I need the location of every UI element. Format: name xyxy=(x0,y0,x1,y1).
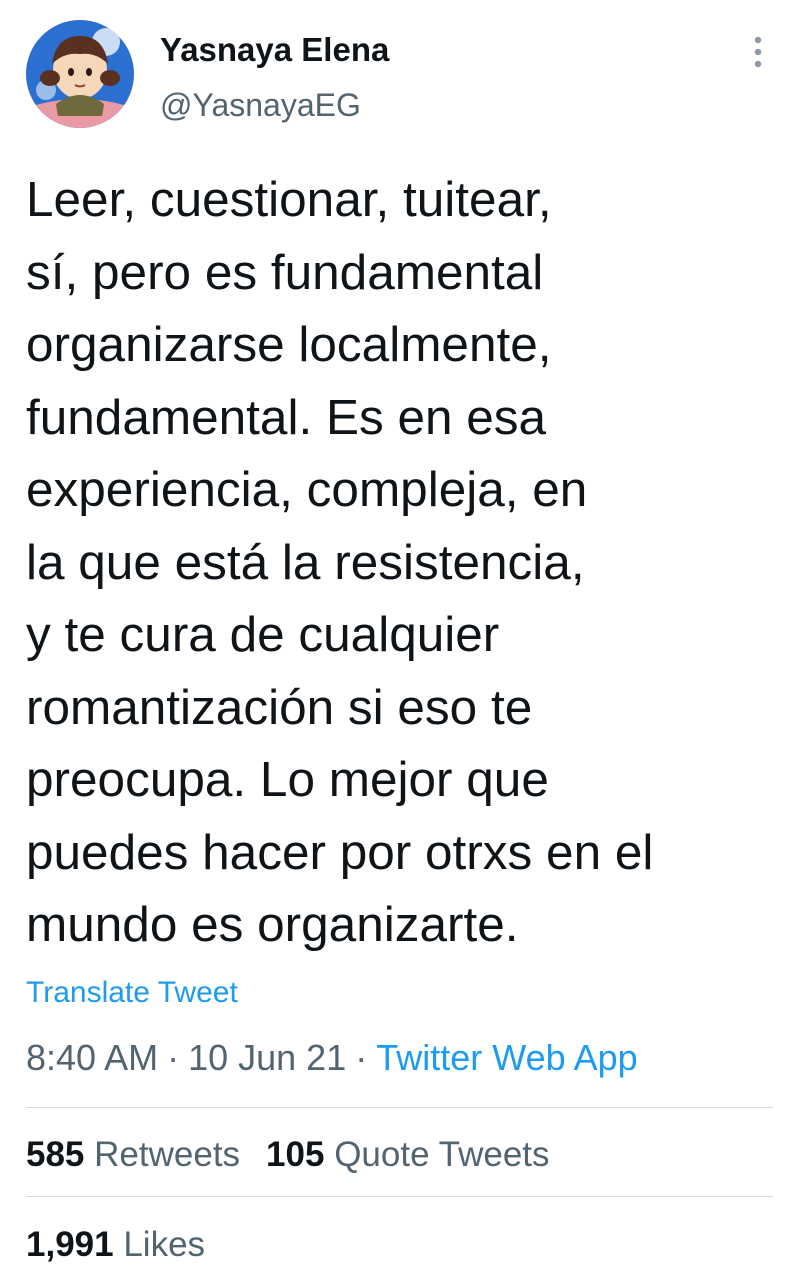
tweet-text-line: puedes hacer por otrxs en el xyxy=(26,824,654,880)
likes-count: 1,991 xyxy=(26,1225,114,1264)
quote-tweets-stat[interactable]: 105 Quote Tweets xyxy=(266,1135,549,1174)
tweet-text-line: mundo es organizarte. xyxy=(26,897,519,952)
retweets-label: Retweets xyxy=(94,1135,241,1174)
tweet-date[interactable]: 10 Jun 21 xyxy=(188,1037,346,1078)
tweet-text-line: sí, pero es fundamental xyxy=(26,244,544,300)
tweet-source-link[interactable]: Twitter Web App xyxy=(376,1037,637,1078)
likes-label: Likes xyxy=(123,1225,206,1264)
tweet-text-line: preocupa. Lo mejor que xyxy=(26,752,549,807)
tweet-text-line: la que está la resistencia, xyxy=(26,534,585,590)
tweet-time[interactable]: 8:40 AM xyxy=(26,1037,158,1078)
likes-stat[interactable]: 1,991 Likes xyxy=(26,1225,205,1264)
engagement-stats-row: 585 Retweets 105 Quote Tweets xyxy=(26,1133,550,1177)
meta-separator: · xyxy=(167,1037,180,1078)
more-options-button[interactable] xyxy=(740,28,776,76)
author-handle[interactable]: @YasnayaEG xyxy=(160,86,361,124)
tweet-text: Leer, cuestionar, tuitear, sí, pero es f… xyxy=(26,164,766,962)
meta-separator: · xyxy=(355,1037,368,1078)
avatar-image xyxy=(26,20,134,128)
retweets-stat[interactable]: 585 Retweets xyxy=(26,1135,240,1174)
divider xyxy=(26,1107,773,1108)
tweet-text-line: experiencia, compleja, en xyxy=(26,462,588,517)
quote-tweets-label: Quote Tweets xyxy=(334,1135,550,1174)
retweets-count: 585 xyxy=(26,1135,85,1174)
likes-stats-row: 1,991 Likes xyxy=(26,1223,205,1267)
tweet-text-line: romantización si eso te xyxy=(26,679,533,735)
tweet-text-line: fundamental. Es en esa xyxy=(26,389,547,445)
tweet-text-line: y te cura de cualquier xyxy=(26,607,500,662)
tweet-text-line: organizarse localmente, xyxy=(26,317,552,372)
more-vertical-icon xyxy=(754,36,762,68)
avatar[interactable] xyxy=(26,20,134,128)
divider xyxy=(26,1196,773,1197)
quote-tweets-count: 105 xyxy=(266,1135,325,1174)
author-name[interactable]: Yasnaya Elena xyxy=(160,30,389,70)
tweet-text-line: Leer, cuestionar, tuitear, xyxy=(26,172,552,227)
tweet-metadata: 8:40 AM · 10 Jun 21 · Twitter Web App xyxy=(26,1036,638,1080)
translate-tweet-link[interactable]: Translate Tweet xyxy=(26,974,238,1012)
